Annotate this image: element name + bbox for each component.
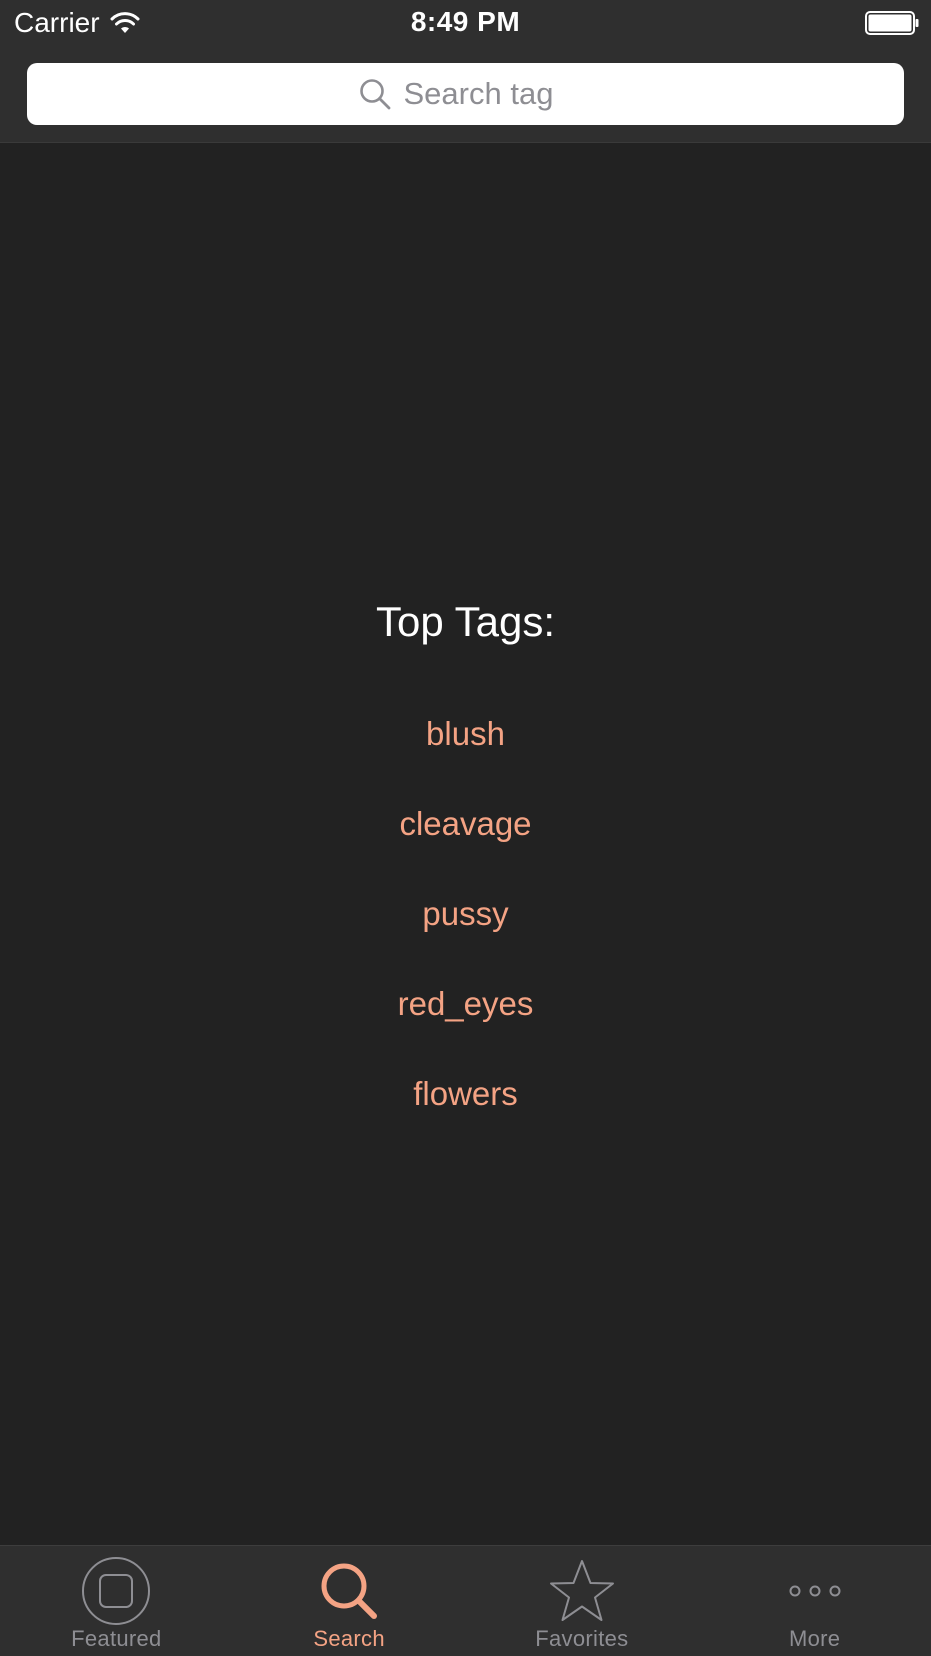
star-icon — [549, 1560, 614, 1621]
tab-label-featured: Featured — [71, 1626, 162, 1651]
tab-label-favorites: Favorites — [535, 1626, 629, 1651]
tag-link-blush[interactable]: blush — [0, 714, 931, 804]
tag-label[interactable]: blush — [426, 714, 505, 754]
search-icon — [321, 1563, 378, 1619]
tab-favorites[interactable]: Favorites — [466, 1546, 699, 1656]
top-tags-list: blush cleavage pussy red_eyes flowers — [0, 714, 931, 1164]
tab-featured[interactable]: Featured — [0, 1546, 233, 1656]
tab-bar: Featured Search Favorites More — [0, 1545, 931, 1656]
tag-link-pussy[interactable]: pussy — [0, 894, 931, 984]
app-screen: Carrier 8:49 PM Top Tags: — [0, 0, 931, 1656]
main-content: Top Tags: blush cleavage pussy red_eyes … — [0, 144, 931, 1544]
status-bar: Carrier 8:49 PM — [0, 0, 931, 46]
tag-label[interactable]: red_eyes — [398, 984, 534, 1024]
search-bar[interactable] — [27, 63, 904, 125]
tag-link-cleavage[interactable]: cleavage — [0, 804, 931, 894]
top-tags-heading: Top Tags: — [375, 598, 555, 645]
tab-search[interactable]: Search — [233, 1546, 466, 1656]
tag-label[interactable]: flowers — [413, 1074, 518, 1114]
battery-full-icon — [865, 11, 919, 35]
tab-label-search: Search — [313, 1626, 385, 1651]
tab-more[interactable]: More — [698, 1546, 931, 1656]
featured-icon — [82, 1557, 151, 1625]
tag-link-flowers[interactable]: flowers — [0, 1074, 931, 1164]
tag-label[interactable]: pussy — [422, 894, 508, 934]
tab-label-more: More — [788, 1626, 841, 1651]
status-time: 8:49 PM — [410, 6, 521, 37]
navigation-bar: Carrier 8:49 PM — [0, 0, 931, 143]
search-input[interactable] — [403, 76, 574, 112]
tag-label[interactable]: cleavage — [399, 804, 531, 844]
tag-link-red-eyes[interactable]: red_eyes — [0, 984, 931, 1074]
magnifier-icon — [359, 79, 390, 110]
more-icon — [789, 1585, 841, 1597]
